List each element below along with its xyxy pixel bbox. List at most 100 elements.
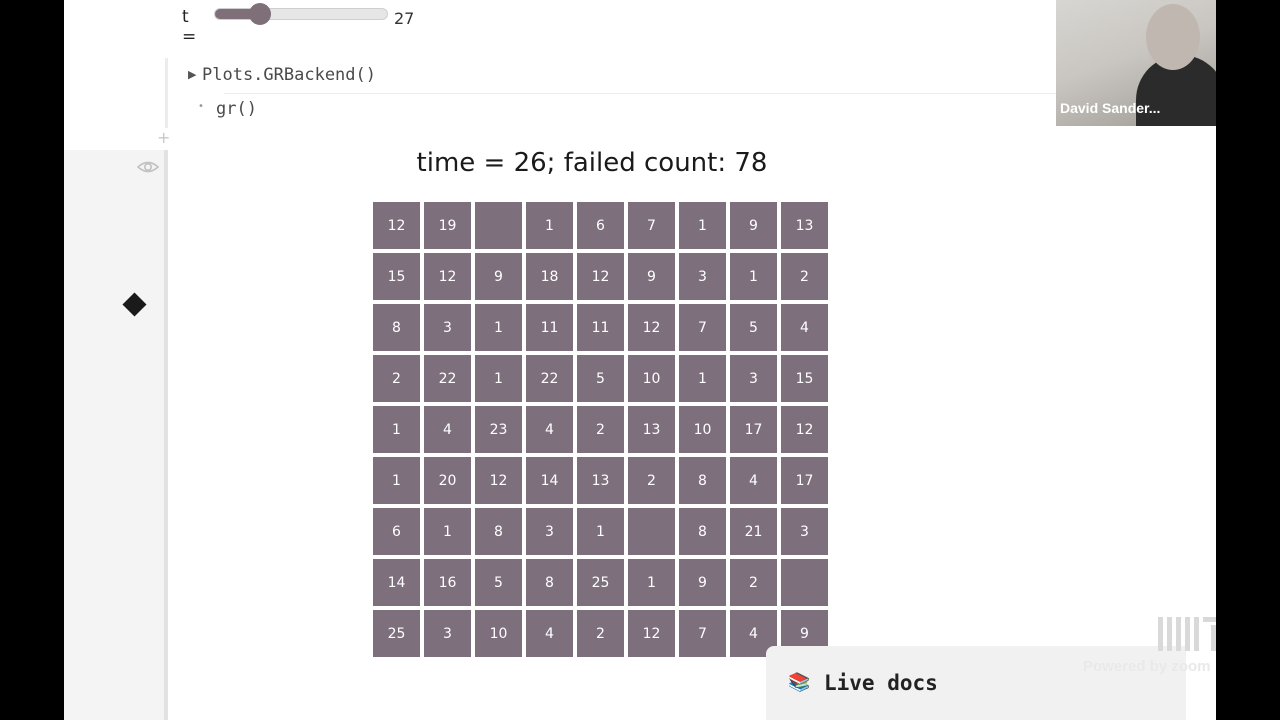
grid-cell: 8 bbox=[526, 559, 573, 606]
grid-cell: 3 bbox=[424, 304, 471, 351]
grid-cell: 1 bbox=[526, 202, 573, 249]
grid-cell: 3 bbox=[679, 253, 726, 300]
grid-cell bbox=[781, 559, 828, 606]
cell-gutter bbox=[64, 150, 165, 720]
grid-cell: 7 bbox=[628, 202, 675, 249]
time-slider[interactable] bbox=[214, 3, 388, 25]
grid-cell: 9 bbox=[679, 559, 726, 606]
grid-cell: 10 bbox=[679, 406, 726, 453]
live-docs-label: Live docs bbox=[824, 671, 938, 695]
participant-head bbox=[1146, 4, 1200, 70]
grid-cell: 1 bbox=[628, 559, 675, 606]
grid-cell: 20 bbox=[424, 457, 471, 504]
grid-cell: 2 bbox=[577, 406, 624, 453]
grid-cell: 8 bbox=[679, 508, 726, 555]
grid-cell: 4 bbox=[526, 406, 573, 453]
plot-title: time = 26; failed count: 78 bbox=[416, 148, 768, 178]
grid-cell: 23 bbox=[475, 406, 522, 453]
grid-cell: 15 bbox=[373, 253, 420, 300]
grid-cell: 1 bbox=[577, 508, 624, 555]
grid-cell: 6 bbox=[577, 202, 624, 249]
grid-cell: 3 bbox=[730, 355, 777, 402]
grid-cell: 2 bbox=[373, 355, 420, 402]
grid-cell bbox=[628, 508, 675, 555]
grid-cell: 5 bbox=[475, 559, 522, 606]
grid-cell: 2 bbox=[730, 559, 777, 606]
grid-cell: 4 bbox=[424, 406, 471, 453]
grid-cell: 6 bbox=[373, 508, 420, 555]
grid-cell: 12 bbox=[424, 253, 471, 300]
grid-cell: 13 bbox=[577, 457, 624, 504]
book-icon: 📚 bbox=[788, 672, 811, 693]
grid-cell: 11 bbox=[526, 304, 573, 351]
cell-output: Plots.GRBackend() bbox=[202, 65, 376, 85]
grid-cell: 15 bbox=[781, 355, 828, 402]
grid-cell: 1 bbox=[424, 508, 471, 555]
slider-value: 27 bbox=[394, 9, 415, 28]
grid-cell: 12 bbox=[373, 202, 420, 249]
grid-cell: 17 bbox=[730, 406, 777, 453]
grid-cell: 9 bbox=[628, 253, 675, 300]
grid-cell: 1 bbox=[373, 457, 420, 504]
cell-left-border bbox=[164, 150, 168, 720]
grid-cell: 4 bbox=[526, 610, 573, 657]
grid-cell: 4 bbox=[730, 457, 777, 504]
cell-input[interactable]: gr() bbox=[216, 99, 257, 119]
grid-cell: 9 bbox=[475, 253, 522, 300]
grid-cell: 3 bbox=[781, 508, 828, 555]
grid-cell: 17 bbox=[781, 457, 828, 504]
grid-cell: 14 bbox=[373, 559, 420, 606]
grid-cell: 3 bbox=[526, 508, 573, 555]
grid-cell: 1 bbox=[679, 202, 726, 249]
grid-cell: 8 bbox=[475, 508, 522, 555]
grid-cell: 5 bbox=[577, 355, 624, 402]
grid-cell: 12 bbox=[628, 304, 675, 351]
grid-cell: 2 bbox=[781, 253, 828, 300]
grid-cell: 1 bbox=[730, 253, 777, 300]
grid-cell: 21 bbox=[730, 508, 777, 555]
grid-cell: 12 bbox=[628, 610, 675, 657]
slider-thumb[interactable] bbox=[248, 3, 271, 25]
grid-cell: 4 bbox=[781, 304, 828, 351]
grid-cell: 9 bbox=[730, 202, 777, 249]
grid-cell: 10 bbox=[628, 355, 675, 402]
grid-cell: 12 bbox=[577, 253, 624, 300]
grid-cell: 18 bbox=[526, 253, 573, 300]
participant-name: David Sander... bbox=[1060, 100, 1161, 116]
grid-cell: 7 bbox=[679, 610, 726, 657]
grid-cell: 2 bbox=[628, 457, 675, 504]
zoom-watermark: Powered by zoom bbox=[1083, 658, 1211, 675]
grid-cell: 22 bbox=[526, 355, 573, 402]
grid-cell: 3 bbox=[424, 610, 471, 657]
grid-cell: 25 bbox=[577, 559, 624, 606]
grid-cell: 10 bbox=[475, 610, 522, 657]
grid-cell: 19 bbox=[424, 202, 471, 249]
grid-cell: 2 bbox=[577, 610, 624, 657]
grid-cell: 8 bbox=[373, 304, 420, 351]
grid-cell: 12 bbox=[475, 457, 522, 504]
grid-cell: 1 bbox=[373, 406, 420, 453]
grid-cell: 13 bbox=[781, 202, 828, 249]
grid-cell: 12 bbox=[781, 406, 828, 453]
eye-icon[interactable] bbox=[136, 158, 160, 176]
video-participant-panel: David Sander... bbox=[1056, 0, 1216, 126]
grid-cell: 1 bbox=[475, 355, 522, 402]
grid-cell: 8 bbox=[679, 457, 726, 504]
grid-cell: 11 bbox=[577, 304, 624, 351]
expand-triangle-icon[interactable]: ▶ bbox=[188, 68, 196, 81]
cell-divider bbox=[224, 93, 1124, 94]
grid-cell: 5 bbox=[730, 304, 777, 351]
grid-cell: 14 bbox=[526, 457, 573, 504]
add-cell-plus-icon[interactable]: + bbox=[157, 128, 170, 147]
grid-cell: 1 bbox=[475, 304, 522, 351]
grid-cell: 22 bbox=[424, 355, 471, 402]
left-black-border bbox=[0, 0, 64, 720]
grid-cell: 25 bbox=[373, 610, 420, 657]
grid-cell bbox=[475, 202, 522, 249]
slider-label: t = bbox=[182, 7, 197, 47]
grid-cell: 13 bbox=[628, 406, 675, 453]
grid-cell: 1 bbox=[679, 355, 726, 402]
right-black-border bbox=[1216, 0, 1280, 720]
grid-cell: 7 bbox=[679, 304, 726, 351]
bullet-dot-icon: • bbox=[198, 101, 204, 112]
